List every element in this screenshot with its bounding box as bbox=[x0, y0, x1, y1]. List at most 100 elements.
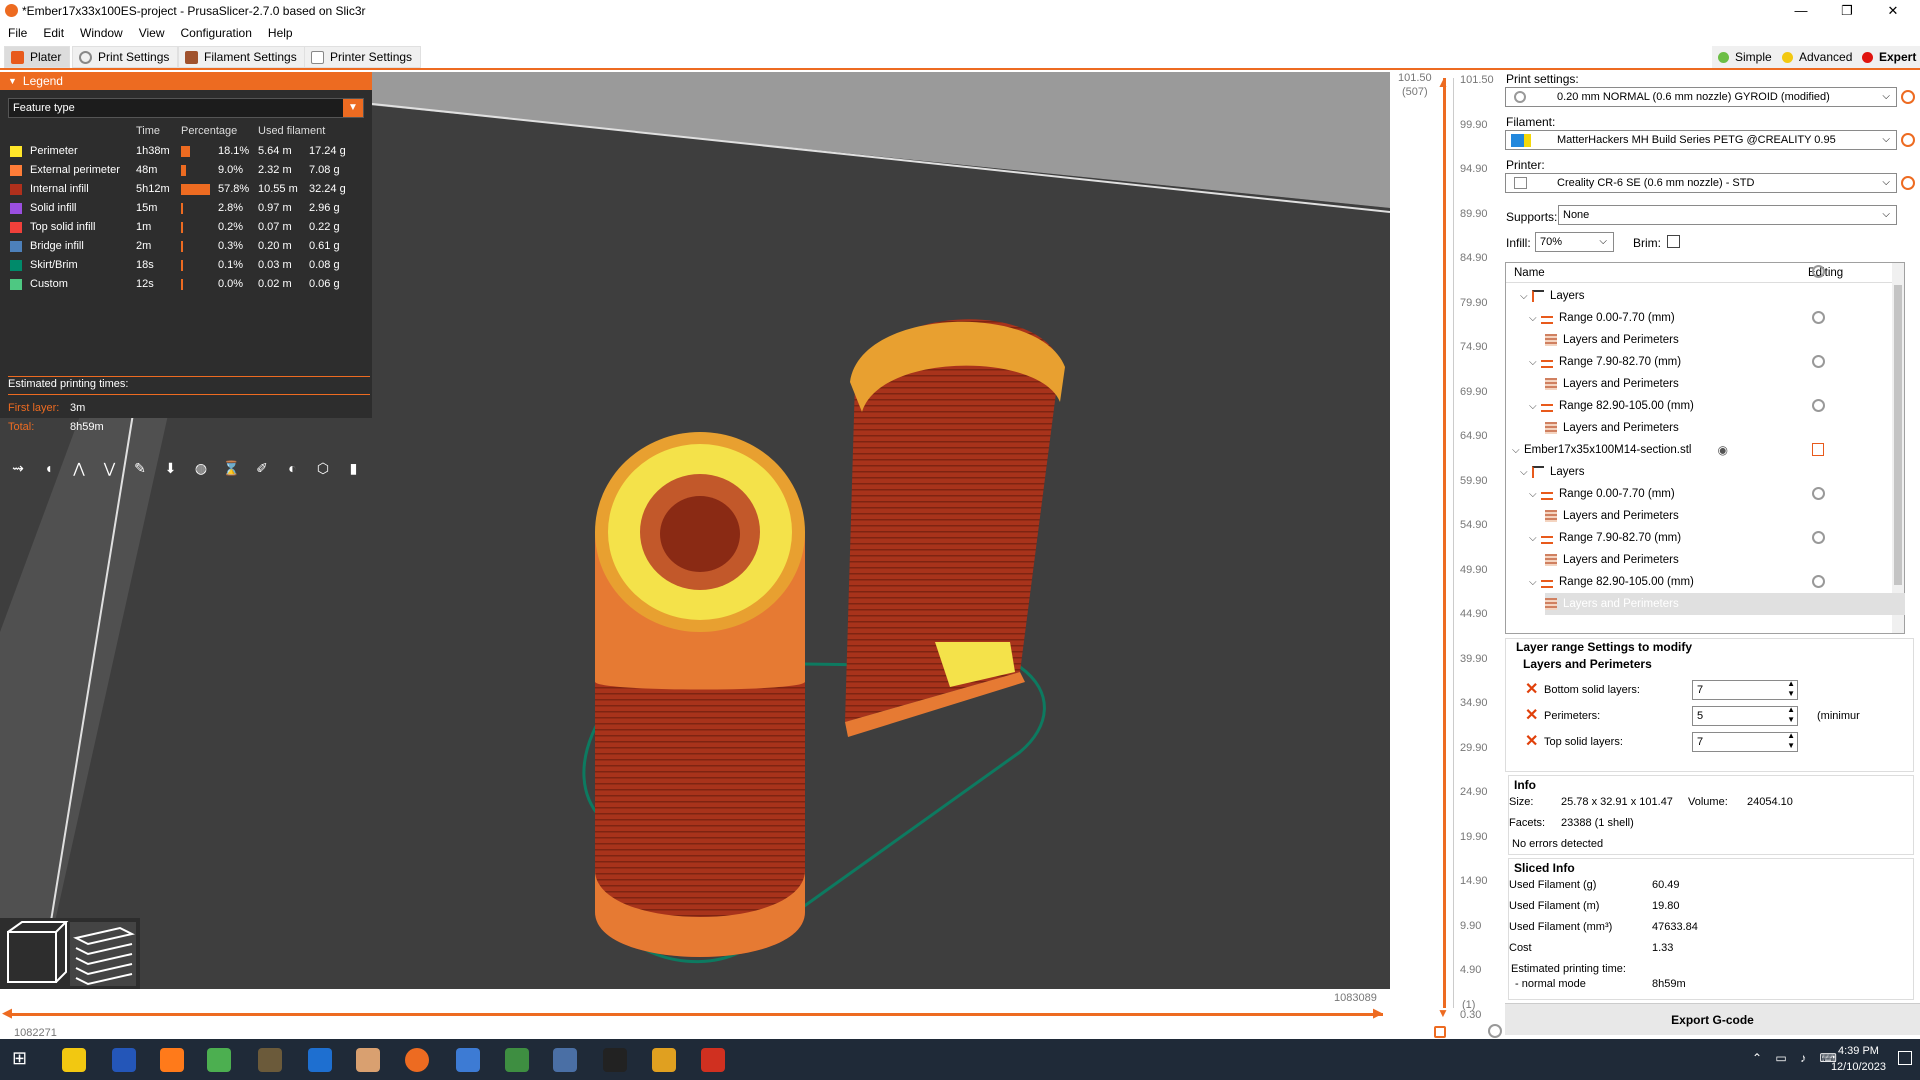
tree-setting[interactable]: Layers and Perimeters bbox=[1545, 505, 1679, 527]
tool-change-icon[interactable]: ⬇ bbox=[161, 458, 181, 478]
column-name[interactable]: Name bbox=[1514, 267, 1545, 279]
tree-setting[interactable]: Layers and Perimeters bbox=[1545, 329, 1679, 351]
retraction-icon[interactable]: ⋀ bbox=[69, 458, 89, 478]
spin-arrows-icon[interactable]: ▲ ▼ bbox=[1787, 731, 1795, 751]
menu-window[interactable]: Window bbox=[72, 26, 131, 40]
layers-view-icon[interactable] bbox=[70, 922, 136, 986]
right-thumb-icon[interactable]: ▶ bbox=[1373, 1005, 1383, 1021]
brim-checkbox[interactable] bbox=[1667, 235, 1680, 248]
tree-setting[interactable]: Layers and Perimeters bbox=[1545, 373, 1679, 395]
print-settings-combo[interactable]: 0.20 mm NORMAL (0.6 mm nozzle) GYROID (m… bbox=[1505, 87, 1897, 107]
reset-icon[interactable]: ✕ bbox=[1525, 734, 1539, 750]
minimize-button[interactable]: — bbox=[1778, 0, 1824, 22]
menu-help[interactable]: Help bbox=[260, 26, 301, 40]
lower-thumb-icon[interactable]: ▼ bbox=[1437, 1006, 1449, 1020]
legend-row[interactable]: Skirt/Brim 18s 0.1% 0.03 m 0.08 g bbox=[0, 256, 372, 275]
legend-header[interactable]: ▼ Legend bbox=[0, 72, 372, 90]
chevron-down-icon[interactable]: ⌵ bbox=[1529, 489, 1541, 500]
chevron-down-icon[interactable]: ⌵ bbox=[1529, 577, 1541, 588]
mode-simple[interactable]: Simple bbox=[1712, 46, 1778, 68]
mode-advanced[interactable]: Advanced bbox=[1776, 46, 1859, 68]
tree-setting[interactable]: Layers and Perimeters bbox=[1545, 417, 1679, 439]
range-gear-icon[interactable] bbox=[1812, 355, 1825, 368]
tool-marker-icon[interactable]: ▮ bbox=[344, 458, 364, 478]
supports-combo[interactable]: None ⌵ bbox=[1558, 205, 1897, 225]
layer-field-spinner[interactable]: 7 ▲ ▼ bbox=[1692, 679, 1798, 700]
legend-row[interactable]: Bridge infill 2m 0.3% 0.20 m 0.61 g bbox=[0, 237, 372, 256]
app-flame-icon[interactable] bbox=[701, 1048, 725, 1072]
tree-object[interactable]: ⌵ Ember17x35x100M14-section.stl ◉ bbox=[1512, 439, 1728, 461]
clock[interactable]: 4:39 PM 12/10/2023 bbox=[1831, 1043, 1886, 1075]
app-circle-icon[interactable] bbox=[356, 1048, 380, 1072]
left-thumb-icon[interactable]: ◀ bbox=[2, 1005, 12, 1021]
chevron-down-icon[interactable]: ⌵ bbox=[1529, 357, 1541, 368]
object-list-scrollbar[interactable] bbox=[1892, 263, 1904, 633]
gimp-icon[interactable] bbox=[258, 1048, 282, 1072]
tab-print-settings[interactable]: Print Settings bbox=[72, 46, 179, 68]
spin-arrows-icon[interactable]: ▲ ▼ bbox=[1787, 705, 1795, 725]
powershell-icon[interactable] bbox=[112, 1048, 136, 1072]
tree-range[interactable]: ⌵ Range 7.90-82.70 (mm) bbox=[1529, 527, 1681, 549]
legend-row[interactable]: Perimeter 1h38m 18.1% 5.64 m 17.24 g bbox=[0, 142, 372, 161]
windows-start-icon[interactable]: ⊞ bbox=[12, 1048, 36, 1072]
tree-range[interactable]: ⌵ Range 7.90-82.70 (mm) bbox=[1529, 351, 1681, 373]
tab-printer-settings[interactable]: Printer Settings bbox=[304, 46, 422, 68]
editor-icon[interactable] bbox=[553, 1048, 577, 1072]
legend-row[interactable]: Solid infill 15m 2.8% 0.97 m 2.96 g bbox=[0, 199, 372, 218]
gcode-slider-track[interactable] bbox=[8, 1013, 1383, 1016]
firefox-icon[interactable] bbox=[160, 1048, 184, 1072]
tree-layers[interactable]: ⌵ Layers bbox=[1520, 461, 1585, 483]
layer-field-spinner[interactable]: 5 ▲ ▼ bbox=[1692, 705, 1798, 726]
spreadsheet-icon[interactable] bbox=[505, 1048, 529, 1072]
chevron-down-icon[interactable]: ⌵ bbox=[1520, 467, 1532, 478]
maximize-button[interactable]: ❐ bbox=[1824, 0, 1870, 22]
layer-slider-track[interactable] bbox=[1443, 78, 1446, 1008]
spin-arrows-icon[interactable]: ▲ ▼ bbox=[1787, 679, 1795, 699]
chevron-down-icon[interactable]: ⌵ bbox=[1529, 313, 1541, 324]
app-blue-icon[interactable] bbox=[308, 1048, 332, 1072]
lock-icon[interactable] bbox=[1434, 1026, 1446, 1038]
menu-configuration[interactable]: Configuration bbox=[173, 26, 260, 40]
legend-row[interactable]: Top solid infill 1m 0.2% 0.07 m 0.22 g bbox=[0, 218, 372, 237]
prusaslicer-icon[interactable] bbox=[405, 1048, 429, 1072]
tree-range[interactable]: ⌵ Range 82.90-105.00 (mm) bbox=[1529, 571, 1694, 593]
tree-range[interactable]: ⌵ Range 0.00-7.70 (mm) bbox=[1529, 307, 1675, 329]
reset-icon[interactable]: ✕ bbox=[1525, 708, 1539, 724]
layer-field-spinner[interactable]: 7 ▲ ▼ bbox=[1692, 731, 1798, 752]
chevron-down-icon[interactable]: ⌵ bbox=[1529, 401, 1541, 412]
filament-gear-icon[interactable] bbox=[1901, 133, 1915, 147]
custom-gcode-icon[interactable]: ✐ bbox=[252, 458, 272, 478]
notepad-icon[interactable] bbox=[207, 1048, 231, 1072]
scrollbar-thumb[interactable] bbox=[1894, 285, 1902, 585]
view-type-select[interactable]: Feature type ▼ bbox=[8, 98, 364, 118]
speaker-icon[interactable]: ♪ bbox=[1800, 1051, 1806, 1065]
printer-combo[interactable]: Creality CR-6 SE (0.6 mm nozzle) - STD ⌵ bbox=[1505, 173, 1897, 193]
tree-setting[interactable]: Layers and Perimeters bbox=[1545, 549, 1679, 571]
wipe-icon[interactable]: ◖ bbox=[39, 458, 59, 478]
seam-icon[interactable]: ✎ bbox=[130, 458, 150, 478]
object-edit-icon[interactable] bbox=[1812, 443, 1824, 456]
chevron-down-icon[interactable]: ⌵ bbox=[1529, 533, 1541, 544]
tree-range[interactable]: ⌵ Range 82.90-105.00 (mm) bbox=[1529, 395, 1694, 417]
tree-layers[interactable]: ⌵ Layers bbox=[1520, 285, 1585, 307]
menu-view[interactable]: View bbox=[131, 26, 173, 40]
layer-slider[interactable]: ▲ ▼ 101.50 (507) (1) bbox=[1390, 72, 1505, 1038]
print-settings-gear-icon[interactable] bbox=[1901, 90, 1915, 104]
deretraction-icon[interactable]: ⋁ bbox=[100, 458, 120, 478]
color-change-icon[interactable]: ◍ bbox=[191, 458, 211, 478]
filament-combo[interactable]: MatterHackers MH Build Series PETG @CREA… bbox=[1505, 130, 1897, 150]
3d-view-icon[interactable] bbox=[7, 921, 69, 983]
range-gear-icon[interactable] bbox=[1812, 311, 1825, 324]
chevron-down-icon[interactable]: ⌵ bbox=[1512, 445, 1524, 456]
range-gear-icon[interactable] bbox=[1812, 575, 1825, 588]
shells-icon[interactable]: ⬡ bbox=[313, 458, 333, 478]
infill-combo[interactable]: 70% ⌵ bbox=[1535, 232, 1614, 252]
range-gear-icon[interactable] bbox=[1812, 487, 1825, 500]
close-button[interactable]: ✕ bbox=[1870, 0, 1916, 22]
calculator-icon[interactable] bbox=[456, 1048, 480, 1072]
mode-expert[interactable]: Expert bbox=[1856, 46, 1920, 68]
range-gear-icon[interactable] bbox=[1812, 531, 1825, 544]
file-explorer-icon[interactable] bbox=[62, 1048, 86, 1072]
menu-file[interactable]: File bbox=[0, 26, 35, 40]
legend-row[interactable]: Internal infill 5h12m 57.8% 10.55 m 32.24 g bbox=[0, 180, 372, 199]
